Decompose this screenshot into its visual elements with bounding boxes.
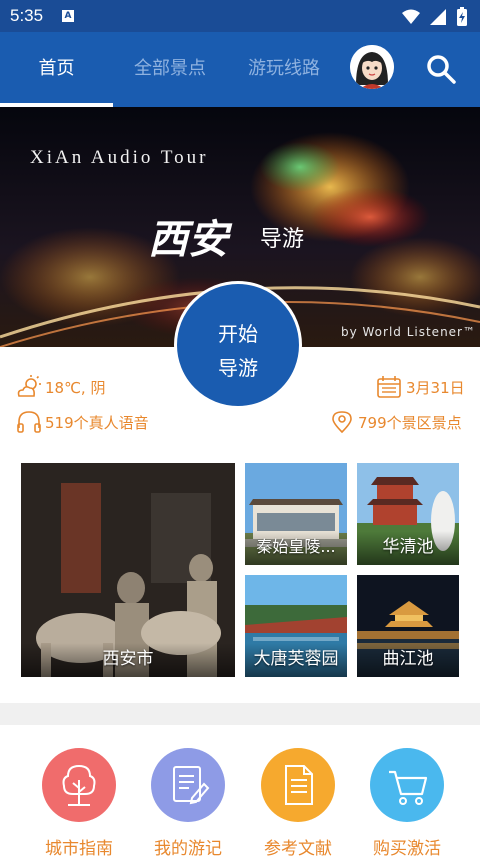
tile-label: 大唐芙蓉园 bbox=[253, 649, 339, 669]
headphones-icon bbox=[17, 411, 41, 433]
top-nav: 首页 全部景点 游玩线路 bbox=[0, 32, 480, 107]
date-text: 3月31日 bbox=[406, 379, 465, 397]
start-tour-line2: 导游 bbox=[218, 356, 258, 380]
buy-activate-label: 购买激活 bbox=[373, 839, 441, 859]
tile-xian-city[interactable]: 西安市 bbox=[21, 463, 235, 677]
document-icon bbox=[261, 748, 335, 822]
cart-icon bbox=[370, 748, 444, 822]
spot-count-text: 799个景区景点 bbox=[358, 414, 462, 432]
tile-qujiang-pool[interactable]: 曲江池 bbox=[357, 575, 459, 677]
banner-subtitle-cn: 导游 bbox=[260, 227, 305, 252]
banner-title-en: XiAn Audio Tour bbox=[30, 147, 209, 168]
tab-home[interactable]: 首页 bbox=[0, 32, 113, 107]
audio-count-text: 519个真人语音 bbox=[45, 414, 149, 432]
start-tour-line1: 开始 bbox=[218, 322, 258, 346]
status-bar: 5:35 A bbox=[0, 0, 480, 32]
system-icons bbox=[402, 7, 467, 26]
search-icon[interactable] bbox=[424, 52, 458, 86]
banner-credit: by World Listener™ bbox=[340, 325, 476, 339]
tile-label: 西安市 bbox=[102, 649, 154, 669]
my-travel-notes-button[interactable]: 我的游记 bbox=[148, 748, 228, 859]
weather-cloud-sun-icon bbox=[17, 375, 41, 397]
wifi-icon bbox=[402, 9, 420, 24]
tile-label: 曲江池 bbox=[382, 649, 434, 669]
tile-datang-furong-garden[interactable]: 大唐芙蓉园 bbox=[245, 575, 347, 677]
notification-icon: A bbox=[62, 10, 74, 22]
tile-label: 秦始皇陵... bbox=[256, 537, 336, 556]
tile-huaqing-pool[interactable]: 华清池 bbox=[357, 463, 459, 565]
signal-icon bbox=[430, 9, 446, 25]
tab-all-attractions[interactable]: 全部景点 bbox=[113, 32, 227, 107]
section-divider bbox=[0, 703, 480, 725]
references-button[interactable]: 参考文献 bbox=[258, 748, 338, 859]
date-info: 3月31日 bbox=[376, 375, 470, 399]
spot-count-info: 799个景区景点 bbox=[330, 410, 470, 434]
tab-tour-routes[interactable]: 游玩线路 bbox=[227, 32, 341, 107]
my-travel-notes-label: 我的游记 bbox=[154, 839, 222, 859]
buy-activate-button[interactable]: 购买激活 bbox=[367, 748, 447, 859]
tree-icon bbox=[42, 748, 116, 822]
city-guide-label: 城市指南 bbox=[45, 839, 113, 859]
calendar-icon bbox=[377, 376, 401, 398]
audio-count-info: 519个真人语音 bbox=[16, 410, 166, 434]
city-guide-button[interactable]: 城市指南 bbox=[39, 748, 119, 859]
start-tour-button[interactable]: 开始 导游 bbox=[174, 281, 302, 409]
status-time: 5:35 bbox=[10, 6, 44, 25]
weather-info: 18℃, 阴 bbox=[16, 375, 136, 399]
weather-text: 18℃, 阴 bbox=[45, 379, 106, 397]
tile-label: 华清池 bbox=[382, 537, 434, 557]
references-label: 参考文献 bbox=[264, 839, 332, 859]
banner-title-cn: 西安 bbox=[148, 216, 228, 263]
location-pin-icon bbox=[332, 411, 352, 434]
tile-qin-mausoleum[interactable]: 秦始皇陵... bbox=[245, 463, 347, 565]
user-avatar[interactable] bbox=[350, 45, 394, 89]
notes-icon bbox=[151, 748, 225, 822]
